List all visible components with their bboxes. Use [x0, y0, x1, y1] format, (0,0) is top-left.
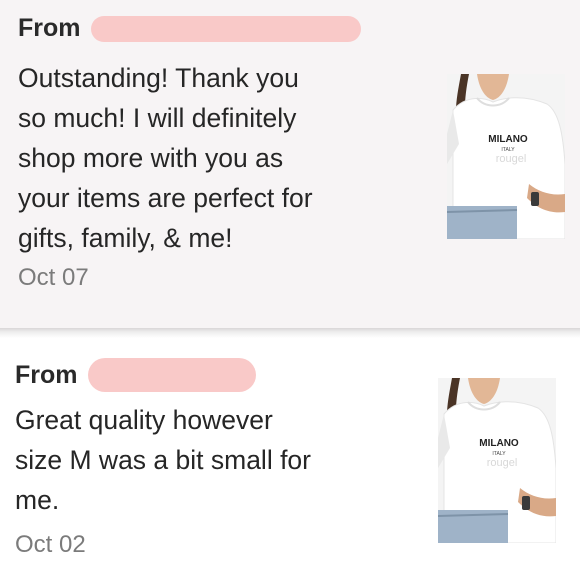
product-thumbnail[interactable]: MILANO ITALY rougel: [438, 378, 556, 543]
review-date: Oct 07: [18, 264, 89, 291]
from-label: From: [18, 14, 81, 42]
watermark-text: rougel: [487, 457, 518, 469]
section-divider: [0, 328, 580, 338]
review-date: Oct 02: [15, 531, 86, 558]
redacted-username: [87, 358, 256, 392]
review-text: Outstanding! Thank you so much! I will d…: [18, 63, 313, 253]
shirt-print-title: MILANO: [488, 134, 528, 145]
product-thumbnail[interactable]: MILANO ITALY rougel: [447, 74, 565, 239]
review-text: Great quality however size M was a bit s…: [15, 405, 311, 515]
shirt-print-title: MILANO: [479, 438, 519, 449]
review-card: From Outstanding! Thank you so much! I w…: [0, 0, 580, 328]
tshirt-product-photo-icon: MILANO ITALY rougel: [438, 378, 556, 543]
redacted-username: [90, 15, 361, 42]
tshirt-product-photo-icon: MILANO ITALY rougel: [447, 74, 565, 239]
from-label: From: [15, 360, 78, 389]
review-card: From Great quality however size M was a …: [0, 338, 580, 580]
watermark-text: rougel: [496, 153, 527, 165]
review-author-row: From: [15, 358, 256, 392]
review-author-row: From: [18, 14, 361, 43]
